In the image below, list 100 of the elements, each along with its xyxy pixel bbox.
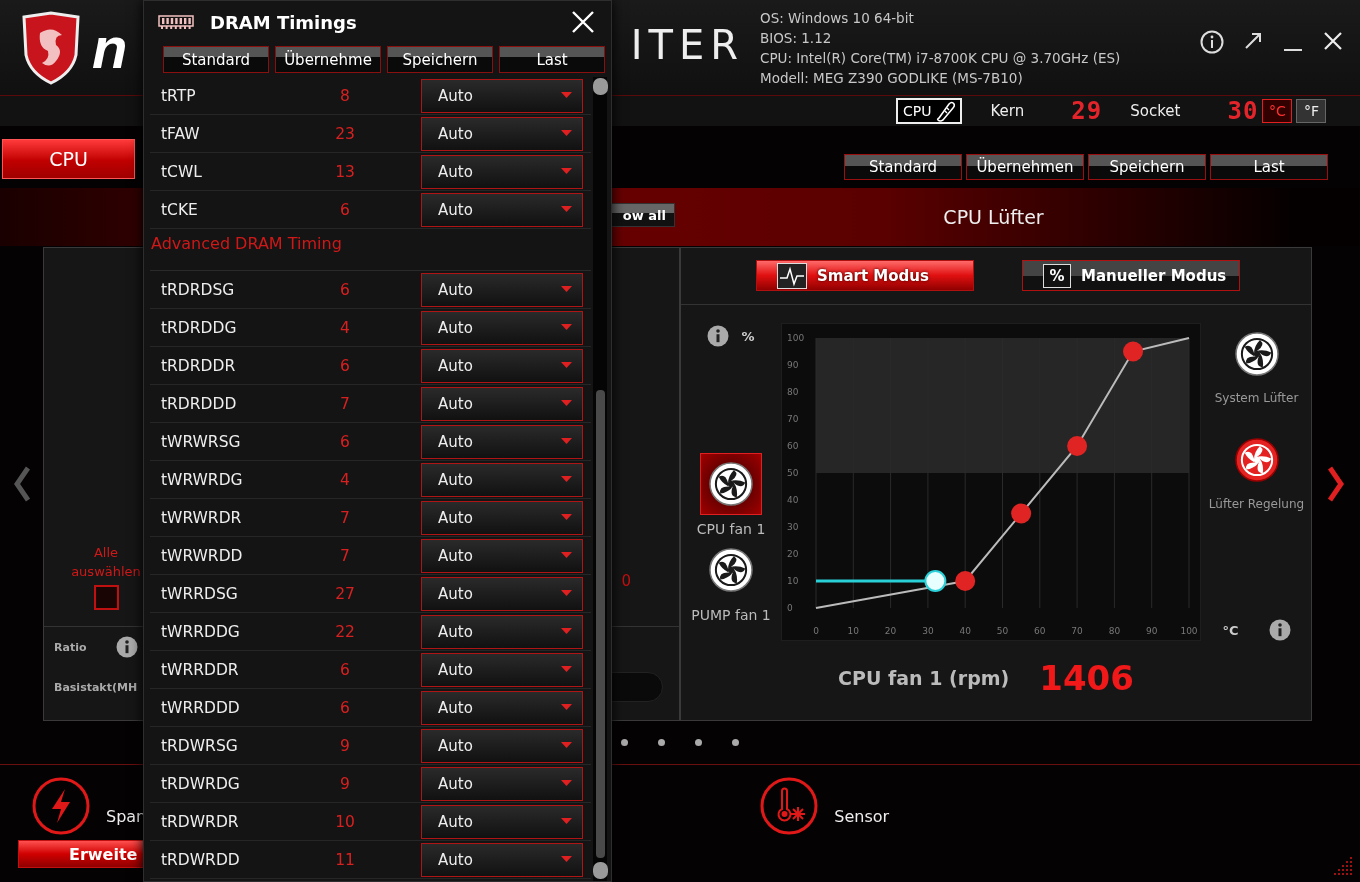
timing-value: 6	[339, 356, 351, 375]
info-icon[interactable]	[1268, 619, 1291, 641]
profile-button[interactable]: Speichern	[1088, 154, 1206, 180]
unit-toggle[interactable]: °F	[1296, 99, 1327, 123]
field-label: Basistakt(MH	[54, 680, 138, 694]
temperature-label: Kern	[990, 102, 1025, 120]
timing-dropdown[interactable]: Auto	[421, 576, 583, 611]
timing-dropdown[interactable]: Auto	[421, 78, 583, 113]
dialog-button[interactable]: Übernehme	[275, 46, 381, 73]
unit-toggle[interactable]: °C	[1262, 99, 1293, 123]
temperature-value: 29	[1070, 97, 1103, 125]
caret-icon	[561, 286, 572, 293]
value-text: 0	[621, 572, 631, 590]
dialog-button[interactable]: Speichern	[387, 46, 493, 73]
timing-name: tFAW	[160, 124, 201, 143]
rpm-value: 1406	[1039, 658, 1134, 698]
timing-dropdown[interactable]: Auto	[421, 500, 583, 535]
timing-dropdown[interactable]: Auto	[421, 614, 583, 649]
timing-dropdown[interactable]: Auto	[421, 728, 583, 763]
tab[interactable]: CPU	[2, 139, 135, 179]
dialog-button[interactable]: Last	[499, 46, 605, 73]
timing-dropdown[interactable]: Auto	[421, 310, 583, 345]
page-dot[interactable]	[732, 739, 739, 746]
caret-icon	[561, 552, 572, 559]
mode-button[interactable]: % Manueller Modus	[1022, 260, 1240, 291]
system-info-line: BIOS: 1.12	[760, 29, 833, 48]
resize-grip-icon[interactable]	[1334, 857, 1354, 877]
timing-dropdown[interactable]: Auto	[421, 154, 583, 189]
timing-dropdown[interactable]: Auto	[421, 690, 583, 725]
timing-dropdown[interactable]: Auto	[421, 386, 583, 421]
fan-selector[interactable]: System Lüfter	[1214, 323, 1299, 405]
caret-icon	[561, 130, 572, 137]
timing-dropdown[interactable]: Auto	[421, 348, 583, 383]
caret-icon	[561, 704, 572, 711]
timing-dropdown[interactable]: Auto	[421, 116, 583, 151]
page-dot[interactable]	[621, 739, 628, 746]
lightning-icon[interactable]	[32, 777, 90, 835]
timing-dropdown[interactable]: Auto	[421, 538, 583, 573]
page-dot[interactable]	[695, 739, 702, 746]
timing-name: tRDWRDR	[160, 812, 240, 831]
timing-name: tWRRDDR	[160, 660, 240, 679]
temperature-label: Socket	[1130, 102, 1181, 120]
percent-badge: %	[1043, 263, 1071, 288]
timing-name: tCWL	[160, 162, 203, 181]
timing-name: tWRWRSG	[160, 432, 242, 451]
profile-button[interactable]: Standard	[844, 154, 962, 180]
timing-name: tRDWRSG	[160, 736, 239, 755]
axis-tick-label: 70	[1071, 626, 1083, 636]
timing-name: tRDWRDD	[160, 850, 241, 869]
fan-icon	[709, 548, 753, 592]
axis-tick-label: 60	[1034, 626, 1046, 636]
timing-value: 22	[334, 622, 356, 641]
axis-tick-label: 0	[813, 626, 819, 636]
fan-selector[interactable]: PUMP fan 1	[691, 539, 771, 623]
logo-text: ITER	[630, 21, 744, 68]
fan-selector[interactable]: Lüfter Regelung	[1208, 429, 1305, 511]
checkbox[interactable]	[93, 585, 119, 610]
caret-icon	[561, 438, 572, 445]
temperature-source-button[interactable]: CPU	[896, 98, 963, 124]
caret-icon	[561, 168, 572, 175]
timing-value: 23	[334, 124, 356, 143]
axis-tick-label: 100	[787, 333, 805, 343]
curve-point[interactable]	[1067, 436, 1088, 456]
close-icon[interactable]	[1322, 30, 1344, 52]
caret-icon	[561, 400, 572, 407]
axis-tick-label: 90	[1145, 626, 1158, 636]
timing-dropdown[interactable]: Auto	[421, 842, 583, 877]
info-icon[interactable]	[116, 636, 139, 658]
timing-name: tRDRDDG	[160, 318, 238, 337]
profile-button[interactable]: Last	[1210, 154, 1328, 180]
caret-icon	[561, 856, 572, 863]
timing-value: 6	[339, 200, 351, 219]
timing-dropdown[interactable]: Auto	[421, 424, 583, 459]
caret-icon	[561, 780, 572, 787]
axis-tick-label: 90	[787, 360, 799, 370]
mode-button[interactable]: Smart Modus	[756, 260, 974, 291]
curve-point[interactable]	[955, 571, 976, 591]
current-point	[924, 570, 947, 592]
profile-button[interactable]: Übernehmen	[966, 154, 1084, 180]
curve-point[interactable]	[1123, 341, 1144, 362]
curve-point[interactable]	[1011, 503, 1032, 524]
axis-tick-label: 100	[1180, 626, 1198, 636]
page-dot[interactable]	[658, 739, 665, 746]
scrollbar[interactable]	[593, 77, 607, 881]
info-icon[interactable]	[707, 325, 730, 347]
system-info-line: OS: Windows 10 64-bit	[760, 9, 915, 28]
timing-dropdown[interactable]: Auto	[421, 462, 583, 497]
timing-dropdown[interactable]: Auto	[421, 804, 583, 839]
fan-icon	[1234, 332, 1279, 376]
info-icon[interactable]	[1200, 30, 1224, 54]
dialog-button[interactable]: Standard	[163, 46, 269, 73]
section-title: CPU Lüfter	[943, 206, 1044, 228]
timing-name: tRDWRDG	[160, 774, 241, 793]
timing-dropdown[interactable]: Auto	[421, 272, 583, 307]
timing-dropdown[interactable]: Auto	[421, 766, 583, 801]
thermometer-snowflake-icon[interactable]	[760, 777, 819, 835]
axis-tick-label: 80	[1108, 626, 1121, 636]
timing-dropdown[interactable]: Auto	[421, 192, 583, 227]
menu-label[interactable]: Sensor	[834, 806, 890, 826]
timing-dropdown[interactable]: Auto	[421, 652, 583, 687]
